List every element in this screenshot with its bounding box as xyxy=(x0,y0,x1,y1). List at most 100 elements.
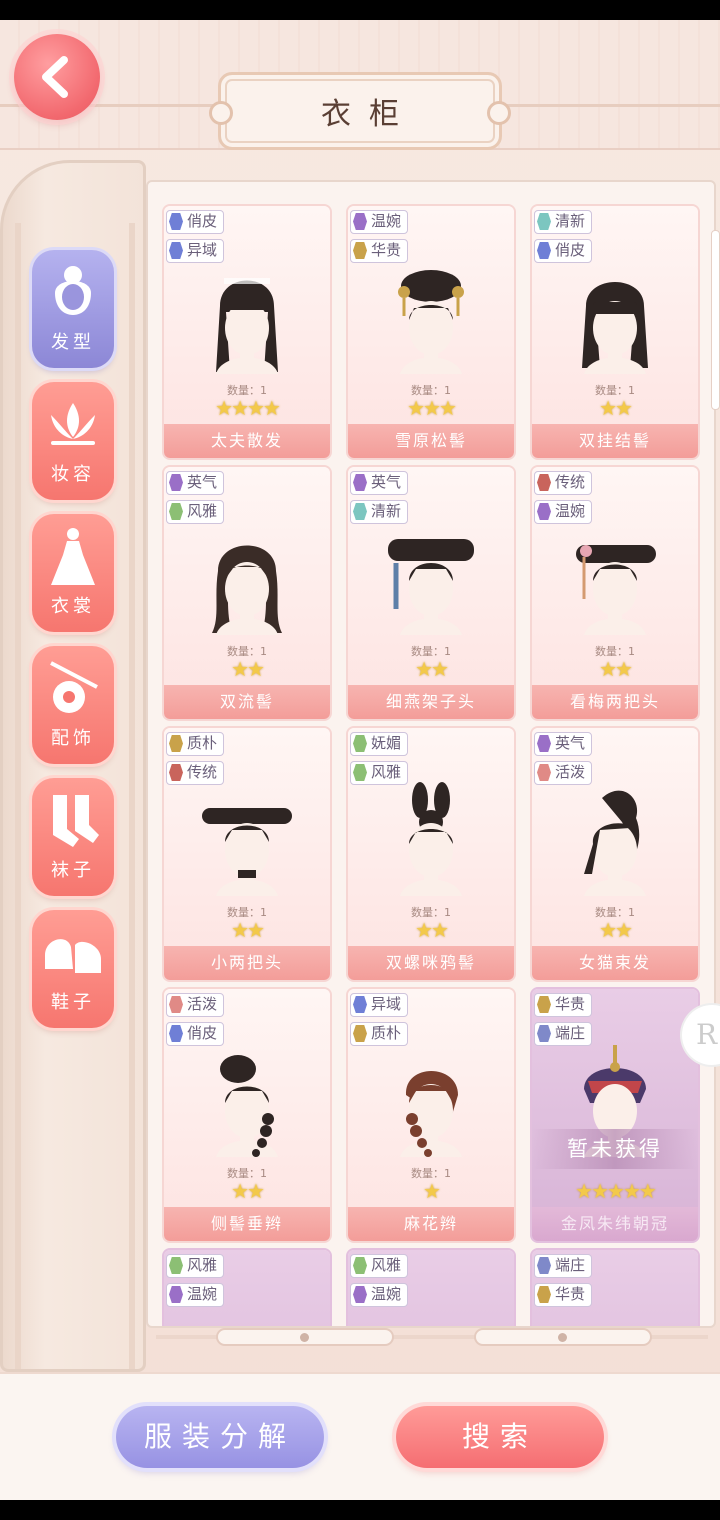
hairstyle-card[interactable]: 风雅 温婉 xyxy=(348,1250,514,1326)
hairstyle-name: 双挂结髻 xyxy=(532,424,698,458)
page-indicator xyxy=(156,1326,708,1348)
tag-gem-icon xyxy=(353,474,367,491)
hairstyle-card[interactable]: 端庄 华贵 xyxy=(532,1250,698,1326)
star-rating: ★★ xyxy=(599,396,633,420)
star-rating: ★ xyxy=(423,1179,441,1203)
sidebar-item-lotus[interactable]: 妆容 xyxy=(32,382,114,500)
page-indicator-pill[interactable] xyxy=(474,1328,652,1346)
search-button[interactable]: 搜索 xyxy=(396,1406,604,1468)
hairstyle-card[interactable]: 英气 清新 数量：1 ★★ 细燕架子头 xyxy=(348,467,514,719)
sidebar-item-hair[interactable]: 发型 xyxy=(32,250,114,368)
hairstyle-preview xyxy=(164,1039,330,1159)
style-tag: 华贵 xyxy=(534,993,592,1017)
tag-gem-icon xyxy=(169,1257,183,1274)
page-indicator-pill[interactable] xyxy=(216,1328,394,1346)
tag-gem-icon xyxy=(537,1286,551,1303)
style-tag: 风雅 xyxy=(350,1254,408,1278)
star-rating: ★★★ xyxy=(407,396,457,420)
locked-label: 暂未获得 xyxy=(532,1129,698,1169)
dress-icon xyxy=(40,524,106,590)
style-tag: 妩媚 xyxy=(350,732,408,756)
style-tag: 风雅 xyxy=(166,1254,224,1278)
style-tag-label: 异域 xyxy=(371,995,402,1013)
hairstyle-name: 小两把头 xyxy=(164,946,330,980)
sidebar-item-label: 鞋子 xyxy=(51,992,95,1013)
page-title: 衣柜 xyxy=(321,97,417,132)
item-grid[interactable]: 俏皮 异域 数量：1 ★★★★ 太夫散发 温婉 华贵 数量：1 ★★★ 雪原松髻 清新 俏皮 数量：1 ★… xyxy=(146,180,716,1328)
style-tag: 英气 xyxy=(350,471,408,495)
shoes-icon xyxy=(40,920,106,986)
hairstyle-name: 侧髻垂辫 xyxy=(164,1207,330,1241)
tag-gem-icon xyxy=(353,1257,367,1274)
hairstyle-card[interactable]: 活泼 俏皮 数量：1 ★★ 侧髻垂辫 xyxy=(164,989,330,1241)
hairstyle-name: 双流髻 xyxy=(164,685,330,719)
sidebar-item-socks[interactable]: 袜子 xyxy=(32,778,114,896)
style-tag-label: 传统 xyxy=(555,473,586,491)
sidebar-item-label: 妆容 xyxy=(51,464,95,485)
decompose-button[interactable]: 服装分解 xyxy=(116,1406,324,1468)
back-button[interactable] xyxy=(14,34,100,120)
vertical-scrollbar[interactable] xyxy=(711,230,720,410)
bottom-bar: 服装分解 搜索 xyxy=(0,1372,720,1500)
hairstyle-preview xyxy=(164,517,330,637)
sidebar-item-label: 衣裳 xyxy=(51,596,95,617)
style-tag-label: 温婉 xyxy=(371,212,402,230)
style-tag-label: 活泼 xyxy=(187,995,218,1013)
hairstyle-name: 女猫束发 xyxy=(532,946,698,980)
hairstyle-card[interactable]: 风雅 温婉 xyxy=(164,1250,330,1326)
tag-gem-icon xyxy=(537,474,551,491)
hairstyle-preview xyxy=(164,778,330,898)
style-tag: 清新 xyxy=(534,210,592,234)
hairstyle-name: 太夫散发 xyxy=(164,424,330,458)
tag-gem-icon xyxy=(169,213,183,230)
style-tag-label: 华贵 xyxy=(555,995,586,1013)
hairstyle-preview xyxy=(348,256,514,376)
hairstyle-card[interactable]: 华贵 端庄 暂未获得 ★★★★★ 金凤朱纬朝冠 xyxy=(532,989,698,1241)
sidebar-item-label: 配饰 xyxy=(51,728,95,749)
hairstyle-card[interactable]: 妩媚 风雅 数量：1 ★★ 双螺咪鸦髻 xyxy=(348,728,514,980)
sidebar-item-label: 袜子 xyxy=(51,860,95,881)
tag-gem-icon xyxy=(537,213,551,230)
tag-gem-icon xyxy=(169,474,183,491)
star-rating: ★★ xyxy=(231,657,265,681)
title-plaque: 衣柜 xyxy=(209,72,511,150)
sidebar-item-shoes[interactable]: 鞋子 xyxy=(32,910,114,1028)
hairstyle-preview xyxy=(164,256,330,376)
style-tag: 异域 xyxy=(350,993,408,1017)
style-tag-label: 妩媚 xyxy=(371,734,402,752)
style-tag-label: 端庄 xyxy=(555,1256,586,1274)
sidebar-item-accessory[interactable]: 配饰 xyxy=(32,646,114,764)
header: 衣柜 xyxy=(0,20,720,150)
hairstyle-card[interactable]: 质朴 传统 数量：1 ★★ 小两把头 xyxy=(164,728,330,980)
style-tag-label: 英气 xyxy=(187,473,218,491)
hairstyle-preview xyxy=(532,778,698,898)
star-rating: ★★ xyxy=(599,918,633,942)
hair-icon xyxy=(40,260,106,326)
hairstyle-preview xyxy=(532,256,698,376)
tag-gem-icon xyxy=(169,735,183,752)
page-dot xyxy=(300,1333,309,1342)
sidebar-item-label: 发型 xyxy=(51,332,95,353)
hairstyle-card[interactable]: 俏皮 异域 数量：1 ★★★★ 太夫散发 xyxy=(164,206,330,458)
hairstyle-name: 看梅两把头 xyxy=(532,685,698,719)
style-tag: 温婉 xyxy=(350,1283,408,1307)
hairstyle-name: 金凤朱纬朝冠 xyxy=(532,1207,698,1241)
wardrobe-screen: 衣柜 发型妆容衣裳配饰袜子鞋子 俏皮 异域 数量：1 ★★★★ 太夫散发 温婉 华贵 数量：1… xyxy=(0,20,720,1500)
sidebar-item-dress[interactable]: 衣裳 xyxy=(32,514,114,632)
hairstyle-card[interactable]: 传统 温婉 数量：1 ★★ 看梅两把头 xyxy=(532,467,698,719)
hairstyle-card[interactable]: 异域 质朴 数量：1 ★ 麻花辫 xyxy=(348,989,514,1241)
hairstyle-card[interactable]: 清新 俏皮 数量：1 ★★ 双挂结髻 xyxy=(532,206,698,458)
star-rating: ★★ xyxy=(599,657,633,681)
style-tag-label: 质朴 xyxy=(187,734,218,752)
hairstyle-name: 细燕架子头 xyxy=(348,685,514,719)
hairstyle-card[interactable]: 温婉 华贵 数量：1 ★★★ 雪原松髻 xyxy=(348,206,514,458)
tag-gem-icon xyxy=(537,1257,551,1274)
lotus-icon xyxy=(40,392,106,458)
tag-gem-icon xyxy=(353,1286,367,1303)
star-rating: ★★ xyxy=(415,657,449,681)
hairstyle-card[interactable]: 英气 风雅 数量：1 ★★ 双流髻 xyxy=(164,467,330,719)
screen-post xyxy=(15,223,21,1369)
style-tag: 俏皮 xyxy=(166,210,224,234)
style-tag-label: 华贵 xyxy=(555,1285,586,1303)
hairstyle-card[interactable]: 英气 活泼 数量：1 ★★ 女猫束发 xyxy=(532,728,698,980)
